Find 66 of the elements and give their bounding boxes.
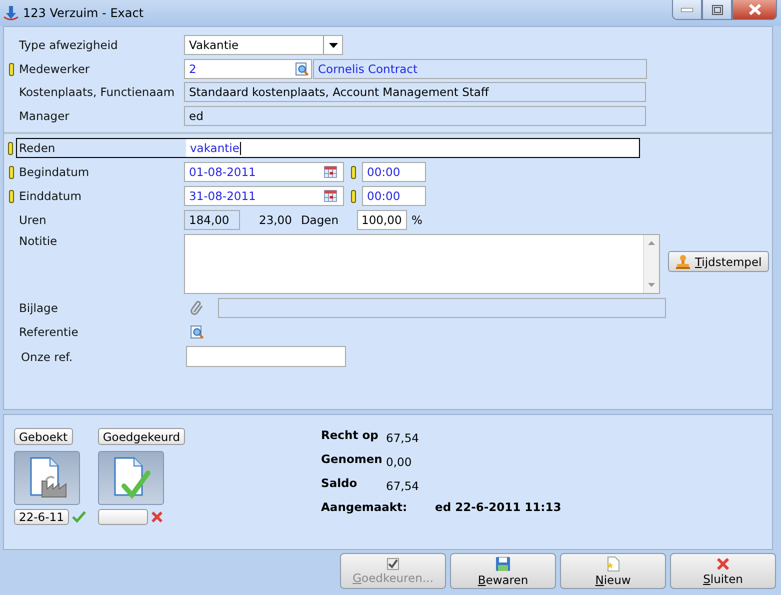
summary-value: 67,54 [386,478,420,493]
paperclip-icon[interactable] [190,300,204,316]
calendar-icon[interactable] [324,166,337,178]
maximize-icon [712,4,722,14]
field-label: Referentie [19,325,80,339]
type-dropdown[interactable]: Vakantie [184,35,343,55]
note-field[interactable] [184,234,660,294]
summary-value: 0,00 [386,454,413,469]
stamp-icon [675,254,691,270]
new-document-icon [605,556,621,572]
window-title: 123 Verzuim - Exact [23,6,144,20]
hours-field: 184,00 [184,210,240,230]
days-value: 23,00 [259,213,292,227]
action-button[interactable]: Nieuw [560,553,666,589]
summary-label: Saldo [321,476,358,492]
created-label: Aangemaakt: [321,500,408,514]
created-value: ed 22-6-2011 11:13 [435,500,562,514]
close-button[interactable] [732,0,777,20]
cost-center-field: Standaard kostenplaats, Account Management Staff [184,82,646,102]
scrollbar[interactable] [643,235,659,293]
lookup-icon[interactable] [190,325,204,339]
manager-field: ed [184,106,646,126]
status-button[interactable]: Goedgekeurd [98,428,186,445]
employee-name-field: Cornelis Contract [313,59,647,79]
field-label: Manager [19,109,70,123]
field-label: Reden [18,141,56,155]
date-field[interactable]: 31-08-2011 [184,186,344,206]
check-icon [387,558,399,570]
summary-value: 67,54 [386,430,420,445]
scroll-up-icon[interactable] [648,241,655,245]
field-label: Uren [19,213,48,227]
field-label: Begindatum [19,165,90,179]
close-icon [716,556,730,570]
our-reference-field[interactable] [186,346,346,367]
field-label: Bijlage [19,301,59,315]
minimize-icon [681,8,693,12]
field-label: Medewerker [19,62,91,76]
percent-sign: % [412,213,422,227]
calendar-icon[interactable] [324,190,337,202]
field-label: Einddatum [19,189,82,203]
close-icon [748,4,762,15]
reason-field[interactable]: vakantie [186,139,639,157]
app-icon [3,5,19,21]
maximize-button[interactable] [702,0,732,20]
action-button[interactable]: Sluiten [670,553,776,589]
document-factory-icon[interactable] [14,451,80,505]
document-check-icon[interactable] [98,451,164,505]
action-button[interactable]: Bewaren [450,553,556,589]
field-label: Notitie [19,234,58,248]
time-field[interactable]: 00:00 [362,162,426,182]
summary-label: Recht op [321,428,380,444]
employee-field[interactable]: 2 [184,59,312,79]
summary-label: Genomen [321,452,384,468]
timestamp-button[interactable]: Tijdstempel [668,251,769,272]
percent-field[interactable]: 100,00 [356,210,407,230]
field-label: Kostenplaats, Functienaam [19,85,176,99]
lookup-icon[interactable] [295,62,309,76]
field-label: Onze ref. [20,350,74,364]
minimize-button[interactable] [672,0,702,20]
date-field[interactable]: 01-08-2011 [184,162,344,182]
field-label: Type afwezigheid [19,38,119,52]
date-label: 22-6-11 [14,509,69,525]
status-button[interactable]: Geboekt [14,428,73,445]
scroll-down-icon[interactable] [648,283,655,287]
time-field[interactable]: 00:00 [362,186,426,206]
days-label: Dagen [300,213,339,227]
